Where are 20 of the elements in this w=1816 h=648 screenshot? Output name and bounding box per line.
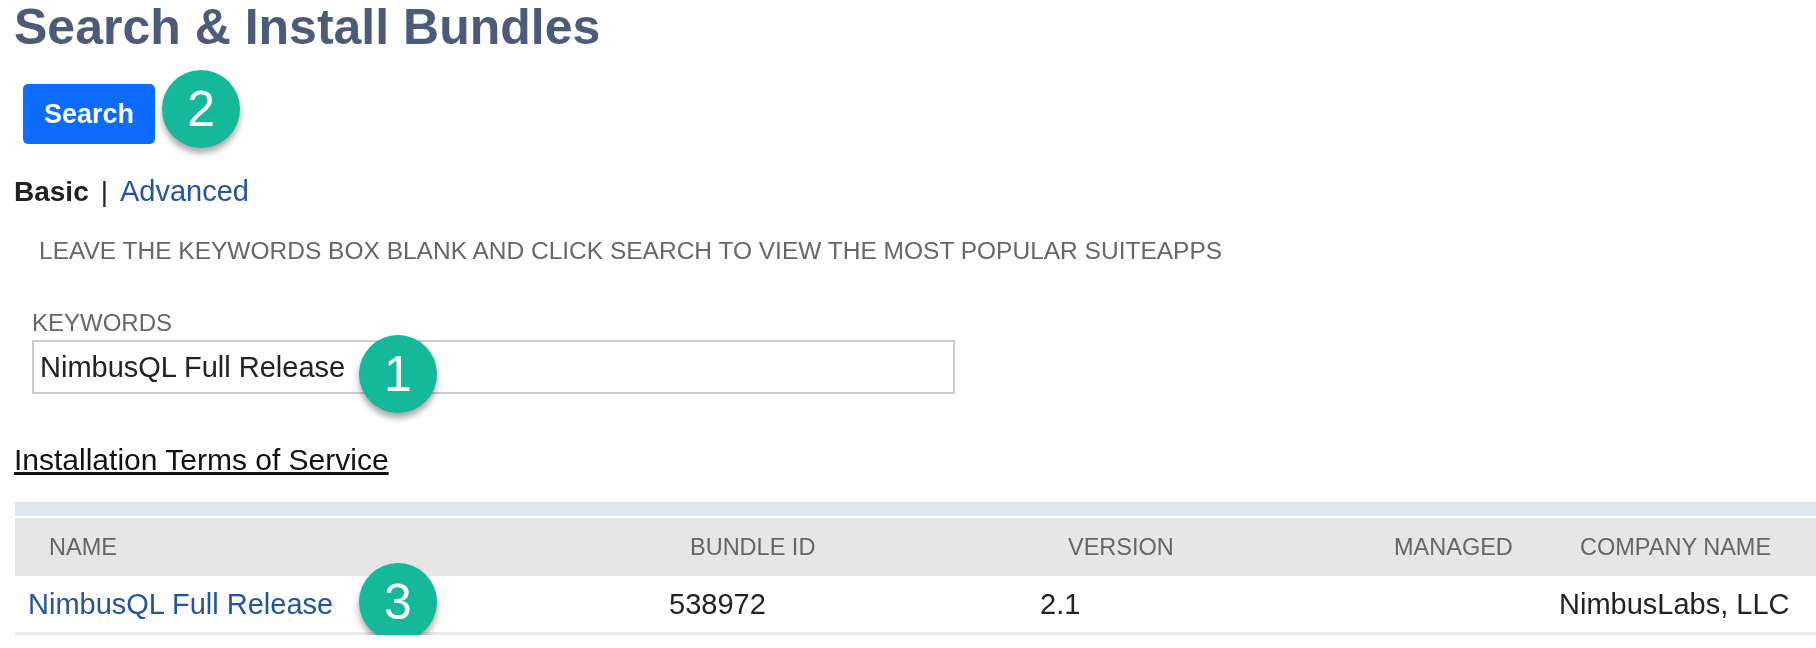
- bundle-name-link[interactable]: NimbusQL Full Release: [28, 587, 334, 620]
- table-cell-text: 538972: [668, 587, 766, 621]
- column-header: MANAGED: [1393, 533, 1514, 561]
- search-mode-tab[interactable]: Basic: [14, 176, 89, 208]
- mode-separator: |: [100, 176, 108, 208]
- terms-link[interactable]: Installation Terms of Service: [14, 442, 389, 478]
- column-header: NAME: [48, 533, 118, 561]
- page-title: Search & Install Bundles: [14, 0, 601, 55]
- table-cell-text: NimbusLabs, LLC: [1558, 587, 1790, 621]
- field-label: KEYWORDS: [32, 309, 173, 337]
- search-mode-link[interactable]: Advanced: [120, 175, 249, 207]
- column-header: COMPANY NAME: [1579, 533, 1773, 561]
- step-number-callout: 3: [359, 563, 437, 635]
- search-button[interactable]: Search: [23, 84, 156, 144]
- step-number-callout: 2: [162, 70, 241, 148]
- table-cell-text: 2.1: [1039, 587, 1081, 621]
- instruction-text: LEAVE THE KEYWORDS BOX BLANK AND CLICK SEARCH TO VIEW THE MOST POPULAR SUITEAPPS: [39, 236, 1223, 266]
- column-header: BUNDLE ID: [689, 533, 817, 561]
- column-header: VERSION: [1067, 533, 1175, 561]
- step-number-callout: 1: [359, 335, 437, 413]
